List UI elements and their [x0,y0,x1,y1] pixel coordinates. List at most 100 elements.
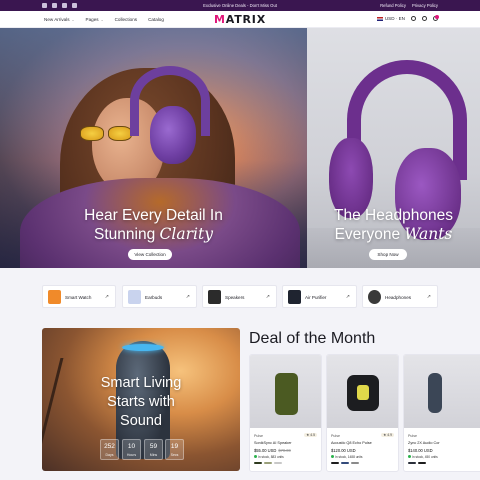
currency-selector[interactable]: USD · EN [376,16,405,21]
search-icon[interactable] [411,16,416,21]
sale-price: $140.00 USD [408,448,433,453]
category-smart-watch[interactable]: Smart Watch ↗ [42,285,116,308]
hero-right-headline-plain: Everyone [334,226,401,243]
hero-left-headline-2: Stunning Clarity [0,225,307,244]
hero-banner-left: Hear Every Detail In Stunning Clarity Vi… [0,28,307,268]
product-card[interactable]: Pulse Zync 2X Audio Cor $140.00 USD In s… [403,354,480,472]
swatch[interactable] [408,462,416,464]
speaker-light-ring [122,344,164,351]
product-brand: Pulse [331,434,340,438]
announcement-bar: Exclusive Online Deals - Don't Miss Out … [0,0,480,11]
hero-right-headline-2: Everyone Wants [307,225,480,244]
category-label: Speakers [225,295,245,300]
in-stock-icon [254,455,257,458]
product-price: $120.00 USD [331,448,356,453]
countdown-unit: Hours [126,453,137,457]
category-speakers[interactable]: Speakers ↗ [202,285,277,308]
color-swatches [254,462,282,464]
air-purifier-icon [288,290,301,304]
product-name[interactable]: Zync 2X Audio Cor [408,441,440,445]
hero-right-headline-1: The Headphones [334,207,453,224]
speaker-glow [357,385,369,400]
promo-headline-2: Starts with [107,394,175,410]
category-headphones[interactable]: Headphones ↗ [362,285,438,308]
swatch[interactable] [254,462,262,464]
privacy-policy-link[interactable]: Privacy Policy [412,3,438,8]
product-image [404,355,480,428]
color-swatches [331,462,359,464]
language-label: EN [398,16,405,21]
logo-text: ATRIX [225,13,266,26]
earbuds-icon [128,290,141,304]
category-label: Earbuds [145,295,163,300]
sunglasses-lens [80,126,104,141]
hero-left-headline-script: Clarity [159,225,213,243]
smart-living-promo[interactable]: Smart Living Starts with Sound [42,328,240,471]
refund-policy-link[interactable]: Refund Policy [380,3,406,8]
countdown-days: 252 Days [100,439,119,460]
stock-text: In stock, 883 units [258,455,284,459]
policy-links: Refund Policy Privacy Policy [380,3,438,8]
product-price: $140.00 USD [408,448,433,453]
logo-accent: M [214,13,226,26]
cart-icon[interactable] [433,15,439,21]
headphone-cup [150,106,196,164]
swatch[interactable] [341,462,349,464]
arrow-up-right-icon: ↗ [104,294,109,300]
countdown-mins: 59 Mins [144,439,163,460]
countdown-hours: 10 Hours [122,439,141,460]
stock-text: In stock, 1488 units [335,455,363,459]
countdown-unit: Mins [149,453,158,457]
promo-headline-3: Sound [120,413,162,429]
view-collection-button[interactable]: View Collection [128,249,172,260]
category-air-purifier[interactable]: Air Purifier ↗ [282,285,357,308]
arrow-up-right-icon: ↗ [345,294,350,300]
category-label: Headphones [385,295,412,300]
hero-left-headline-1: Hear Every Detail In [84,207,223,224]
countdown-unit: Days [105,453,114,457]
product-name[interactable]: SonikSync AI Speaker [254,441,292,445]
stock-status: In stock, 883 units [254,455,284,459]
countdown-value: 252 [104,443,115,450]
rating-value: 4.5 [310,433,315,437]
rating-value: 4.9 [387,433,392,437]
hero-right-headline-script: Wants [404,225,453,243]
arrow-up-right-icon: ↗ [185,294,190,300]
product-brand: Pulse [254,434,263,438]
swatch[interactable] [351,462,359,464]
deal-section-title: Deal of the Month [249,330,376,347]
color-swatches [408,462,426,464]
account-icon[interactable] [422,16,427,21]
sale-price: $55.00 USD [254,448,277,453]
product-price: $55.00 USD $70.00 [254,448,291,453]
countdown-value: 10 [127,443,136,450]
product-rating: ★ 4.9 [381,433,394,437]
category-label: Smart Watch [65,295,92,300]
swatch[interactable] [418,462,426,464]
product-card[interactable]: Pulse ★ 4.5 SonikSync AI Speaker $55.00 … [249,354,322,472]
swatch[interactable] [264,462,272,464]
shop-now-button[interactable]: Shop Now [369,249,407,260]
category-label: Air Purifier [305,295,327,300]
product-photo-speaker [428,373,442,413]
smart-watch-icon [48,290,61,304]
swatch[interactable] [331,462,339,464]
sale-price: $120.00 USD [331,448,356,453]
headphones-icon [368,290,381,304]
swatch[interactable] [274,462,282,464]
nav-utilities: USD · EN [376,15,439,21]
promo-headline-1: Smart Living [100,375,182,391]
category-earbuds[interactable]: Earbuds ↗ [122,285,197,308]
countdown-value: 59 [149,443,158,450]
speaker-icon [208,290,221,304]
main-nav: New Arrivals ⌄ Pages ⌄ Collections Catalog… [0,11,480,28]
product-photo-speaker [275,373,298,415]
product-brand: Pulse [408,434,417,438]
in-stock-icon [408,455,411,458]
stock-status: In stock, 450 units [408,455,438,459]
product-card[interactable]: Pulse ★ 4.9 Acoustic Q8 Echo Pulse $120.… [326,354,399,472]
product-name[interactable]: Acoustic Q8 Echo Pulse [331,441,372,445]
countdown-unit: Secs [170,453,179,457]
stock-status: In stock, 1488 units [331,455,362,459]
sunglasses-lens [108,126,132,141]
